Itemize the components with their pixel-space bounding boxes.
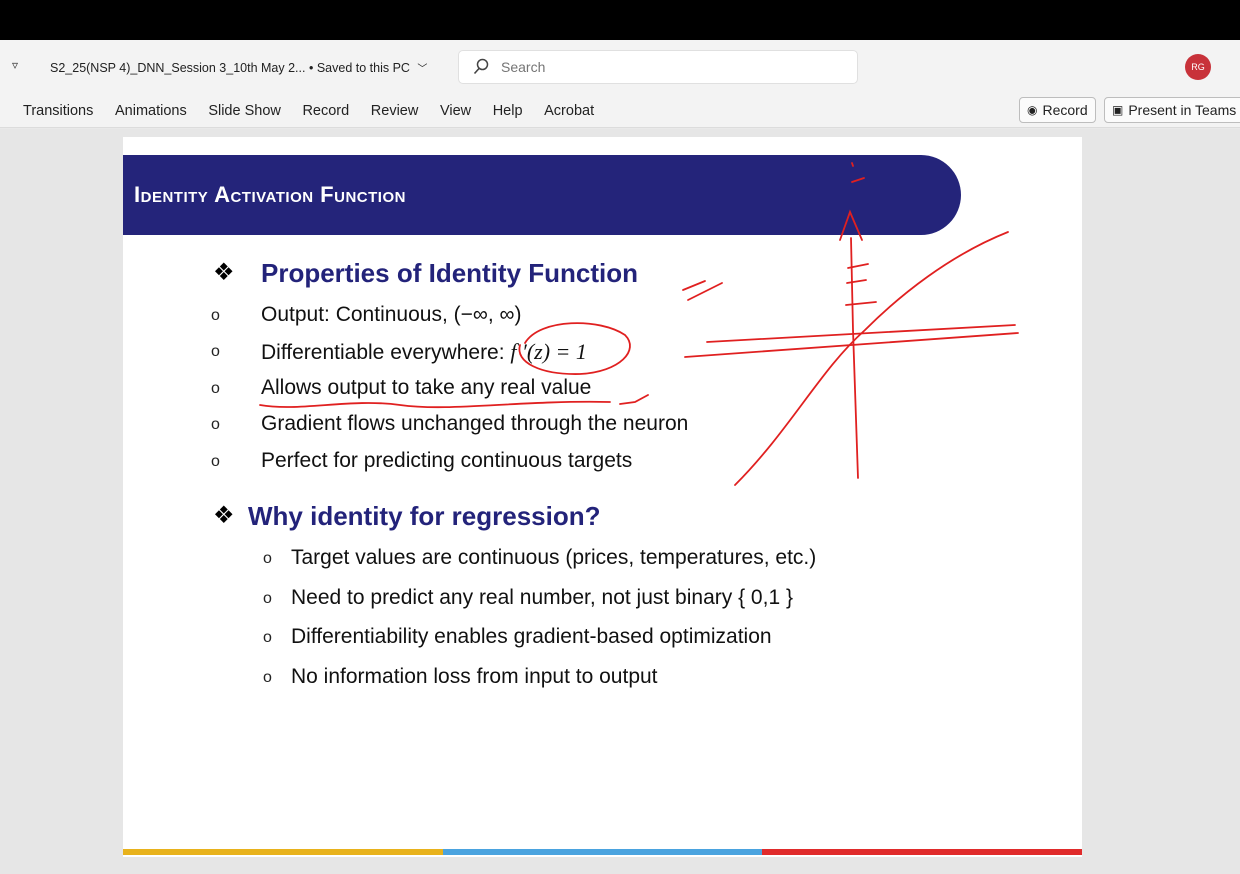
present-in-teams-button[interactable]: ▣ Present in Teams [1104, 97, 1240, 123]
circle-bullet-icon: o [263, 669, 272, 686]
diamond-bullet-icon: ❖ [213, 502, 235, 529]
bottom-color-bar [123, 849, 1082, 855]
search-box[interactable] [458, 50, 858, 84]
tab-record[interactable]: Record [292, 103, 360, 119]
slide[interactable]: Identity Activation Function ❖ Propertie… [123, 137, 1082, 857]
document-title[interactable]: S2_25(NSP 4)_DNN_Session 3_10th May 2...… [50, 60, 427, 75]
list-item: Need to predict any real number, not jus… [291, 586, 793, 609]
record-icon: ◉ [1027, 103, 1038, 117]
slide-title: Identity Activation Function [134, 182, 406, 207]
circle-bullet-icon: o [211, 343, 220, 360]
tab-transitions[interactable]: Transitions [0, 103, 104, 119]
list-item: Allows output to take any real value [261, 376, 592, 399]
chevron-down-icon[interactable]: ﹀ [417, 64, 427, 75]
tab-animations[interactable]: Animations [104, 103, 197, 119]
diamond-bullet-icon: ❖ [213, 259, 235, 286]
list-item: Target values are continuous (prices, te… [291, 546, 817, 569]
list-item: Differentiable everywhere: f ′(z) = 1 [261, 339, 587, 365]
title-separator: • [308, 61, 314, 75]
derivative-formula: f ′(z) = 1 [510, 339, 587, 364]
record-button[interactable]: ◉ Record [1019, 97, 1096, 123]
color-bar-red [762, 849, 1082, 855]
avatar[interactable]: RG [1185, 54, 1211, 80]
top-black-bar [0, 0, 1240, 40]
save-status: Saved to this PC [316, 61, 410, 75]
list-item: Perfect for predicting continuous target… [261, 449, 633, 472]
tab-acrobat[interactable]: Acrobat [533, 103, 605, 119]
tab-help[interactable]: Help [482, 103, 533, 119]
list-item: Differentiability enables gradient-based… [291, 625, 772, 648]
color-bar-blue [442, 849, 763, 855]
ribbon-tabs: Transitions Animations Slide Show Record… [0, 94, 605, 128]
list-item: Output: Continuous, (−∞, ∞) [261, 303, 522, 326]
list-item: No information loss from input to output [291, 665, 658, 688]
tab-review[interactable]: Review [360, 103, 429, 119]
section-heading-regression: Why identity for regression? [248, 501, 601, 531]
color-bar-yellow [123, 849, 443, 855]
circle-bullet-icon: o [263, 629, 272, 646]
title-bar: ▿ S2_25(NSP 4)_DNN_Session 3_10th May 2.… [0, 40, 1240, 94]
record-button-label: Record [1042, 102, 1088, 118]
tab-view[interactable]: View [429, 103, 482, 119]
search-icon [473, 58, 489, 75]
list-item: Gradient flows unchanged through the neu… [261, 412, 689, 435]
circle-bullet-icon: o [263, 550, 272, 567]
circle-bullet-icon: o [211, 380, 220, 397]
circle-bullet-icon: o [211, 453, 220, 470]
section-heading-properties: Properties of Identity Function [261, 258, 639, 288]
ribbon: Transitions Animations Slide Show Record… [0, 94, 1240, 128]
tab-slide-show[interactable]: Slide Show [198, 103, 292, 119]
circle-bullet-icon: o [263, 590, 272, 607]
teams-icon: ▣ [1112, 103, 1124, 117]
customize-qat-icon[interactable]: ▿ [12, 58, 18, 72]
circle-bullet-icon: o [211, 307, 220, 324]
present-button-label: Present in Teams [1128, 102, 1237, 118]
document-name: S2_25(NSP 4)_DNN_Session 3_10th May 2... [50, 61, 306, 75]
search-input[interactable] [501, 57, 841, 77]
circle-bullet-icon: o [211, 416, 220, 433]
list-item-text: Differentiable everywhere: [261, 341, 505, 364]
